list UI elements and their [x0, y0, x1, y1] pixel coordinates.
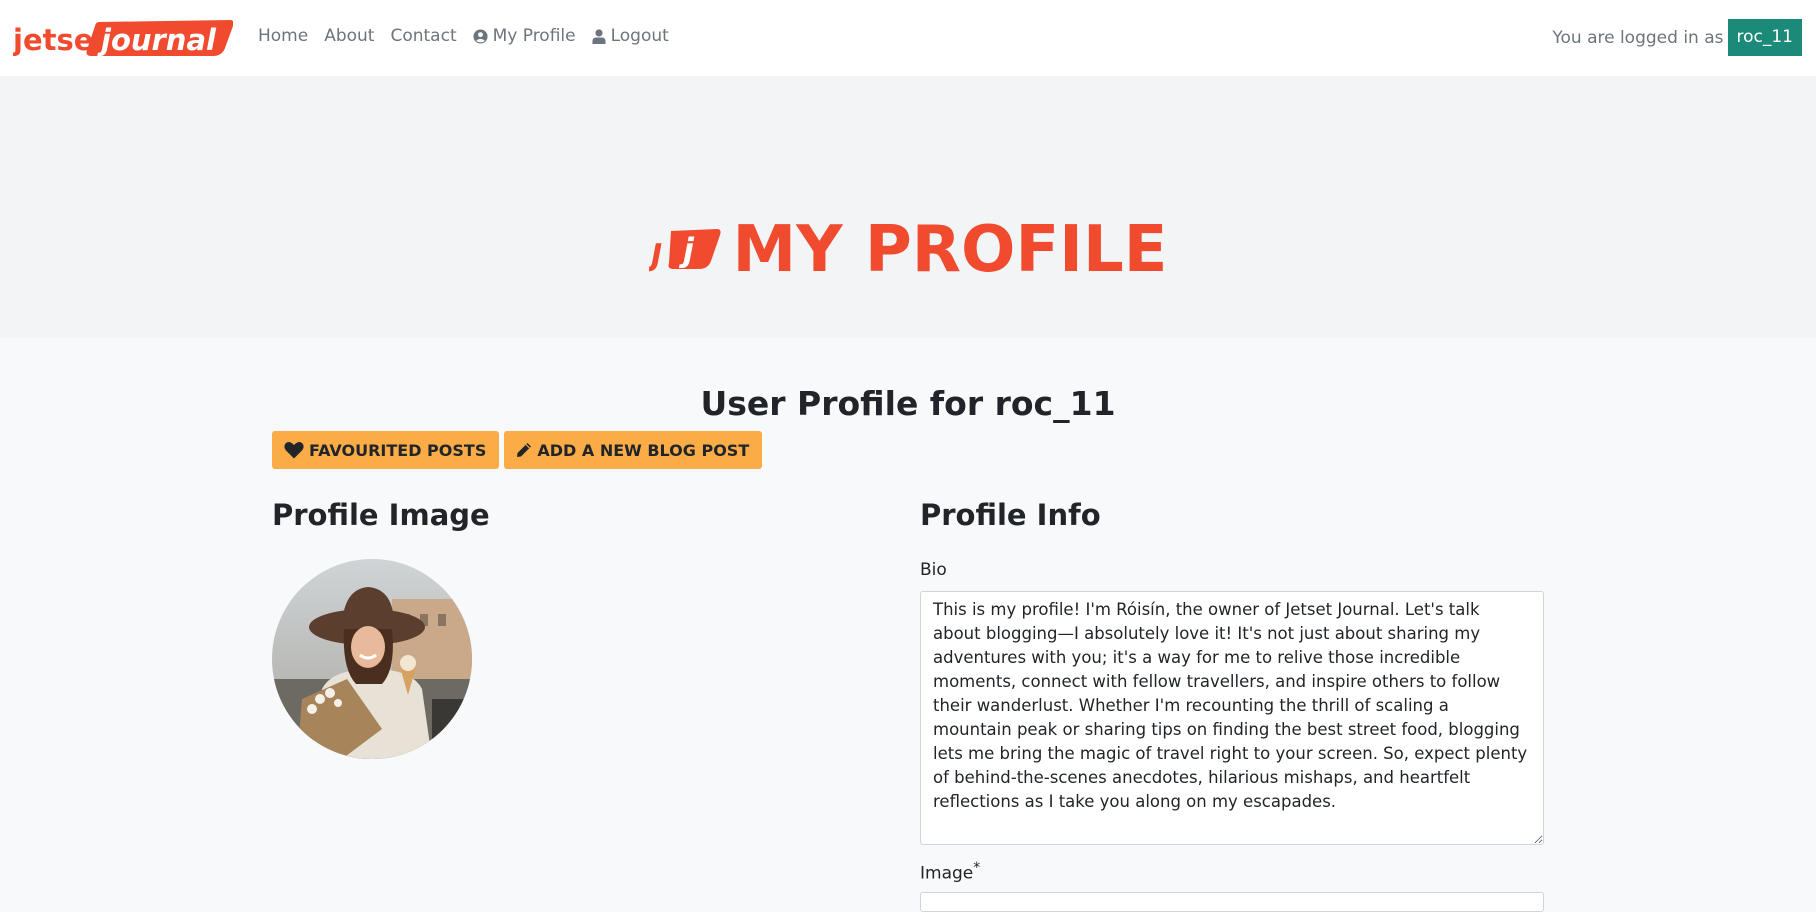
logged-in-status: You are logged in as roc_11: [1552, 19, 1802, 56]
nav-about-link[interactable]: About: [324, 26, 374, 46]
main-nav: Home About Contact My Profile Logout: [258, 26, 685, 46]
nav-about-label: About: [324, 26, 375, 46]
profile-image-section: Profile Image: [272, 498, 490, 759]
profile-photo: [272, 559, 472, 759]
bio-textarea[interactable]: This is my profile! I'm Róisín, the owne…: [920, 591, 1544, 845]
profile-actions: FAVOURITED POSTS ADD A NEW BLOG POST: [272, 431, 763, 469]
hero-banner: [0, 76, 1816, 338]
brand-logo[interactable]: jetset journal: [12, 18, 234, 58]
nav-home-link[interactable]: Home: [258, 26, 308, 46]
favourited-posts-label: FAVOURITED POSTS: [309, 440, 487, 460]
jj-logo-icon: J j: [649, 229, 721, 273]
user-profile-heading: User Profile for roc_11: [700, 384, 1116, 423]
nav-my-profile-label: My Profile: [492, 26, 576, 46]
favourited-posts-button[interactable]: FAVOURITED POSTS: [272, 431, 500, 469]
add-blog-post-button[interactable]: ADD A NEW BLOG POST: [504, 431, 763, 469]
required-marker: *: [973, 860, 981, 876]
logged-in-prefix: You are logged in as: [1552, 27, 1724, 48]
nav-contact-label: Contact: [390, 26, 457, 46]
image-label-text: Image: [920, 863, 974, 884]
username-badge: roc_11: [1727, 19, 1802, 56]
navbar: jetset journal Home About Contact My Pro…: [0, 0, 1816, 76]
avatar: [272, 559, 472, 759]
nav-my-profile-link[interactable]: My Profile: [473, 26, 576, 46]
jetset-journal-logo-icon: jetset journal: [12, 20, 234, 57]
heart-icon: [284, 442, 304, 459]
add-blog-post-label: ADD A NEW BLOG POST: [537, 440, 750, 460]
user-icon: [592, 28, 606, 44]
image-file-input[interactable]: [920, 892, 1544, 912]
hero-title-row: J j MY PROFILE: [0, 213, 1816, 287]
nav-contact-link[interactable]: Contact: [390, 26, 456, 46]
bio-label: Bio: [920, 560, 947, 580]
profile-image-title: Profile Image: [272, 498, 490, 532]
svg-text:J: J: [649, 238, 662, 273]
nav-home-label: Home: [258, 26, 309, 46]
profile-info-title: Profile Info: [920, 498, 1101, 532]
svg-text:journal: journal: [97, 23, 217, 57]
page-title: MY PROFILE: [732, 213, 1168, 287]
nav-logout-label: Logout: [610, 26, 669, 46]
profile-info-section: Profile Info Bio This is my profile! I'm…: [920, 498, 1544, 912]
pencil-icon: [517, 443, 532, 457]
nav-logout-link[interactable]: Logout: [592, 26, 669, 46]
image-label: Image*: [920, 860, 980, 884]
user-circle-icon: [473, 28, 488, 44]
svg-text:jetset: jetset: [13, 23, 107, 57]
